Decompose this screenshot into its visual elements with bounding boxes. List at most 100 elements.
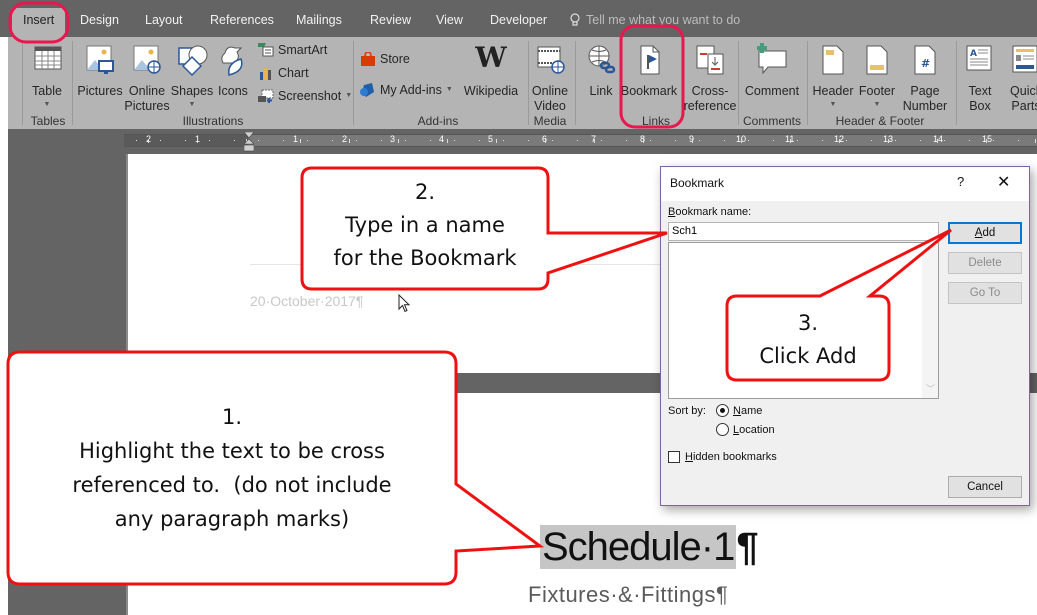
- ruler-label: 3: [390, 134, 396, 144]
- group-label-links: Links: [641, 114, 670, 128]
- svg-text:A: A: [970, 49, 977, 59]
- tell-me-placeholder: Tell me what you want to do: [586, 13, 741, 27]
- ruler-dot: [920, 140, 921, 141]
- ruler-dot: [822, 140, 823, 141]
- ruler-tick: [349, 139, 350, 143]
- delete-button[interactable]: Delete: [948, 252, 1022, 274]
- shapes-icon: [178, 45, 208, 77]
- ruler-tick: [839, 139, 840, 143]
- ruler-dot: [454, 140, 455, 141]
- ruler-tick: [741, 139, 742, 143]
- tab-mailings[interactable]: Mailings: [296, 13, 342, 27]
- svg-text:#: #: [921, 57, 930, 70]
- wikipedia-icon: W: [475, 41, 507, 74]
- ruler-dot: [430, 140, 431, 141]
- go-to-button[interactable]: Go To: [948, 282, 1022, 304]
- smartart-button[interactable]: SmartArt: [258, 43, 327, 57]
- tab-view[interactable]: View: [436, 13, 463, 27]
- wikipedia-button[interactable]: W Wikipedia: [463, 43, 519, 99]
- add-button[interactable]: Add: [948, 222, 1022, 244]
- bookmark-button[interactable]: Bookmark: [620, 43, 678, 99]
- dialog-titlebar[interactable]: Bookmark ? ✕: [661, 167, 1029, 201]
- chevron-down-icon[interactable]: ﹀: [926, 382, 935, 395]
- ruler-dot: [871, 140, 872, 141]
- cross-reference-button[interactable]: Cross- reference: [684, 43, 736, 114]
- group-label-header-footer: Header & Footer: [835, 114, 925, 128]
- mouse-pointer-icon: [398, 294, 411, 313]
- icons-button[interactable]: Icons: [216, 43, 250, 99]
- ruler-dot: [405, 140, 406, 141]
- chevron-down-icon: ▼: [188, 101, 196, 108]
- online-pictures-button[interactable]: Online Pictures: [124, 43, 170, 114]
- hidden-bookmarks-checkbox[interactable]: [668, 451, 680, 463]
- tab-layout[interactable]: Layout: [145, 13, 183, 27]
- ruler-tick: [790, 139, 791, 143]
- header-icon: [822, 45, 844, 75]
- header-date: 20·October·2017¶: [250, 293, 364, 309]
- screenshot-icon: [258, 89, 274, 103]
- tab-design[interactable]: Design: [80, 13, 119, 27]
- sort-name-radio[interactable]: [716, 404, 729, 417]
- ruler-dot: [773, 140, 774, 141]
- sort-location-label[interactable]: Location: [733, 424, 775, 436]
- indent-marker[interactable]: [244, 132, 254, 152]
- list-scrollbar[interactable]: ﹀: [922, 243, 938, 398]
- group-label-comments: Comments: [742, 114, 801, 128]
- bookmark-icon: [640, 45, 660, 75]
- icons-icon: [221, 46, 243, 76]
- chart-button[interactable]: Chart: [258, 66, 309, 80]
- ruler-dot: [528, 140, 529, 141]
- group-label-illustrations: Illustrations: [182, 114, 244, 128]
- ruler-dot: [332, 140, 333, 141]
- table-button[interactable]: Table ▼: [28, 43, 66, 111]
- smartart-icon: [258, 43, 274, 57]
- comment-button[interactable]: Comment: [742, 43, 802, 99]
- comment-icon: [757, 43, 787, 75]
- tab-insert[interactable]: Insert: [12, 8, 66, 37]
- lightbulb-icon: [570, 13, 580, 26]
- chevron-down-icon: ▼: [445, 86, 453, 93]
- my-addins-button[interactable]: My Add-ins ▼: [360, 83, 453, 97]
- link-icon: [588, 45, 616, 74]
- tab-references[interactable]: References: [210, 13, 274, 27]
- ruler-label: 14: [933, 134, 944, 144]
- tab-developer[interactable]: Developer: [490, 13, 547, 27]
- ruler-dot: [626, 140, 627, 141]
- store-icon: [361, 52, 375, 66]
- callout-step1-text: 1. Highlight the text to be cross refere…: [72, 405, 392, 531]
- link-button[interactable]: Link: [583, 43, 619, 99]
- header-button[interactable]: Header ▼: [812, 43, 854, 111]
- ruler-tick: [937, 139, 938, 143]
- sort-name-label[interactable]: Name: [733, 405, 762, 417]
- footer-button[interactable]: Footer ▼: [856, 43, 898, 111]
- close-icon[interactable]: ✕: [997, 172, 1010, 192]
- hidden-bookmarks-label[interactable]: Hidden bookmarks: [685, 451, 777, 463]
- ruler-tick: [447, 139, 448, 143]
- quick-parts-button[interactable]: Quick Parts: [1006, 43, 1037, 114]
- help-button[interactable]: ?: [957, 174, 964, 189]
- tab-review[interactable]: Review: [370, 13, 411, 27]
- text-box-button[interactable]: A Text Box: [962, 43, 998, 114]
- bookmark-name-label: Bookmark name:: [668, 206, 752, 218]
- horizontal-ruler[interactable]: 2 1 1 2 3 4 5 6 7 8 9 10 11 12 13 14 15: [124, 134, 1037, 147]
- ruler-tick: [496, 139, 497, 143]
- tell-me-search[interactable]: Tell me what you want to do: [570, 13, 740, 27]
- ruler-tick: [1035, 139, 1036, 143]
- schedule-subtitle: Fixtures·&·Fittings¶: [528, 582, 729, 607]
- pictures-button[interactable]: Pictures: [77, 43, 123, 99]
- screenshot-button[interactable]: Screenshot ▼: [258, 89, 352, 103]
- bookmark-name-input[interactable]: Sch1: [668, 222, 939, 241]
- page-number-button[interactable]: # Page Number: [900, 43, 950, 114]
- sort-location-radio[interactable]: [716, 423, 729, 436]
- online-video-button[interactable]: Online Video: [530, 43, 570, 114]
- online-pictures-icon: [133, 45, 161, 74]
- selected-text[interactable]: Schedule·1: [540, 525, 737, 569]
- schedule-heading[interactable]: Schedule·1¶: [540, 518, 759, 576]
- group-separator: [956, 41, 957, 125]
- chevron-down-icon: ▼: [43, 101, 51, 108]
- ruler-dot: [724, 140, 725, 141]
- cancel-button[interactable]: Cancel: [948, 476, 1022, 498]
- ruler-tick: [148, 139, 149, 143]
- store-button[interactable]: Store: [360, 52, 410, 66]
- shapes-button[interactable]: Shapes ▼: [171, 43, 213, 111]
